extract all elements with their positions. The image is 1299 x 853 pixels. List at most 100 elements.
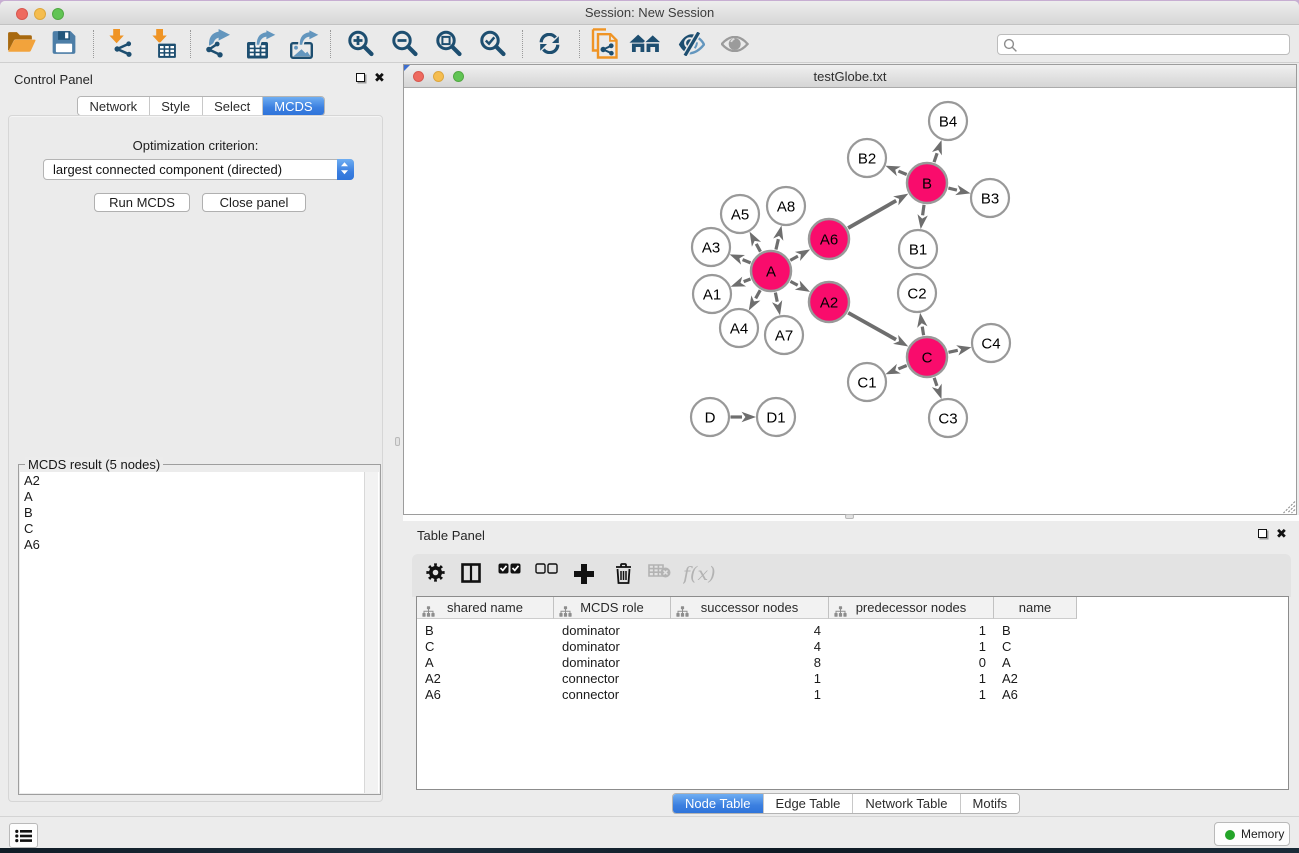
tab-edge-table[interactable]: Edge Table	[764, 794, 854, 813]
node-A7[interactable]: A7	[765, 316, 803, 354]
table-row[interactable]: Adominator80A	[417, 655, 1288, 671]
edge-C-C4[interactable]	[948, 350, 957, 352]
save-session-icon[interactable]	[51, 29, 77, 55]
edge-B-B3[interactable]	[948, 188, 957, 190]
table-close-icon[interactable]: ✖	[1276, 529, 1287, 540]
column-header-name[interactable]: name	[994, 597, 1077, 619]
mcds-result-item[interactable]: A	[20, 488, 379, 504]
edge-A6-B[interactable]	[848, 201, 896, 228]
result-scrollbar[interactable]	[364, 472, 378, 793]
resize-grip-icon[interactable]	[1283, 501, 1296, 514]
search-box[interactable]	[997, 34, 1290, 55]
panel-divider[interactable]	[391, 63, 403, 816]
trash-icon[interactable]	[615, 563, 632, 587]
tab-mcds[interactable]: MCDS	[263, 97, 324, 115]
edge-A-A4[interactable]	[756, 290, 761, 298]
table-row[interactable]: Bdominator41B	[417, 623, 1288, 639]
node-C2[interactable]: C2	[898, 274, 936, 312]
deselect-all-icon[interactable]	[535, 563, 558, 579]
task-history-button[interactable]	[9, 823, 38, 848]
zoom-selected-icon[interactable]	[478, 29, 506, 58]
mcds-result-item[interactable]: C	[20, 520, 379, 536]
node-C4[interactable]: C4	[972, 324, 1010, 362]
edge-A-A3[interactable]	[743, 260, 751, 263]
divider-grabber[interactable]	[395, 437, 400, 446]
import-network-icon[interactable]	[109, 28, 134, 59]
column-header-predecessor-nodes[interactable]: predecessor nodes	[829, 597, 994, 619]
close-panel-icon[interactable]: ✖	[374, 73, 385, 84]
edge-B-B1[interactable]	[923, 205, 924, 216]
eye-icon[interactable]	[721, 36, 749, 52]
node-D1[interactable]: D1	[757, 398, 795, 436]
edge-C-C3[interactable]	[934, 378, 937, 386]
zoom-in-icon[interactable]	[346, 29, 374, 58]
node-A[interactable]: A	[751, 251, 791, 291]
edge-C-C2[interactable]	[922, 327, 923, 336]
zoom-out-icon[interactable]	[390, 29, 418, 58]
node-B3[interactable]: B3	[971, 179, 1009, 217]
node-A6[interactable]: A6	[809, 219, 849, 259]
edge-A-A7[interactable]	[775, 293, 777, 302]
network-canvas[interactable]: AA1A2A3A4A5A6A7A8BB1B2B3B4CC1C2C3C4DD1	[404, 88, 1296, 514]
float-panel-icon[interactable]	[356, 73, 365, 82]
node-A2[interactable]: A2	[809, 282, 849, 322]
edge-C-C1[interactable]	[898, 365, 906, 368]
run-mcds-button[interactable]: Run MCDS	[94, 193, 190, 212]
column-header-successor-nodes[interactable]: successor nodes	[671, 597, 829, 619]
delete-table-icon[interactable]	[648, 563, 671, 581]
tab-motifs[interactable]: Motifs	[961, 794, 1020, 813]
export-table-icon[interactable]	[246, 29, 278, 59]
export-image-icon[interactable]	[289, 29, 321, 59]
column-header-MCDS-role[interactable]: MCDS role	[554, 597, 671, 619]
tab-select[interactable]: Select	[203, 97, 263, 115]
homes-icon[interactable]	[629, 34, 664, 53]
table-options-icon[interactable]	[426, 563, 445, 585]
edge-B-B2[interactable]	[898, 171, 906, 174]
node-D[interactable]: D	[691, 398, 729, 436]
mcds-result-item[interactable]: A6	[20, 536, 379, 552]
add-column-icon[interactable]	[573, 563, 595, 588]
node-C1[interactable]: C1	[848, 363, 886, 401]
tab-style[interactable]: Style	[150, 97, 203, 115]
table-row[interactable]: A6connector11A6	[417, 687, 1288, 703]
tab-network-table[interactable]: Network Table	[853, 794, 960, 813]
table-float-icon[interactable]	[1258, 529, 1267, 538]
node-C3[interactable]: C3	[929, 399, 967, 437]
function-builder-icon[interactable]: f(x)	[683, 563, 715, 588]
node-A1[interactable]: A1	[693, 275, 731, 313]
node-A5[interactable]: A5	[721, 195, 759, 233]
mcds-result-item[interactable]: B	[20, 504, 379, 520]
node-A8[interactable]: A8	[767, 187, 805, 225]
node-B[interactable]: B	[907, 163, 947, 203]
zoom-fit-icon[interactable]	[434, 29, 462, 58]
select-all-icon[interactable]	[498, 563, 521, 579]
criterion-dropdown[interactable]: largest connected component (directed)	[43, 159, 354, 180]
close-panel-button[interactable]: Close panel	[202, 193, 306, 212]
edge-A-A2[interactable]	[790, 281, 797, 285]
node-A4[interactable]: A4	[720, 309, 758, 347]
export-network-icon[interactable]	[206, 29, 232, 59]
column-header-shared-name[interactable]: shared name	[417, 597, 554, 619]
tab-network[interactable]: Network	[78, 97, 150, 115]
edge-A2-C[interactable]	[848, 313, 896, 340]
tab-node-table[interactable]: Node Table	[673, 794, 764, 813]
node-C[interactable]: C	[907, 337, 947, 377]
node-A3[interactable]: A3	[692, 228, 730, 266]
table-row[interactable]: A2connector11A2	[417, 671, 1288, 687]
node-B4[interactable]: B4	[929, 102, 967, 140]
edge-A-A8[interactable]	[776, 239, 778, 249]
table-row[interactable]: Cdominator41C	[417, 639, 1288, 655]
edge-A-A1[interactable]	[744, 279, 751, 282]
edge-A-A6[interactable]	[790, 256, 798, 260]
refresh-layout-icon[interactable]	[539, 33, 560, 54]
edge-A-A5[interactable]	[756, 244, 760, 252]
open-session-icon[interactable]	[6, 30, 36, 54]
edge-B-B4[interactable]	[934, 153, 937, 162]
memory-button[interactable]: Memory	[1214, 822, 1290, 846]
node-B1[interactable]: B1	[899, 230, 937, 268]
eye-slash-icon[interactable]	[678, 32, 705, 56]
network-from-file-icon[interactable]	[591, 28, 619, 59]
import-table-icon[interactable]	[152, 28, 177, 59]
mcds-result-item[interactable]: A2	[20, 472, 379, 488]
column-layout-icon[interactable]	[461, 563, 481, 586]
